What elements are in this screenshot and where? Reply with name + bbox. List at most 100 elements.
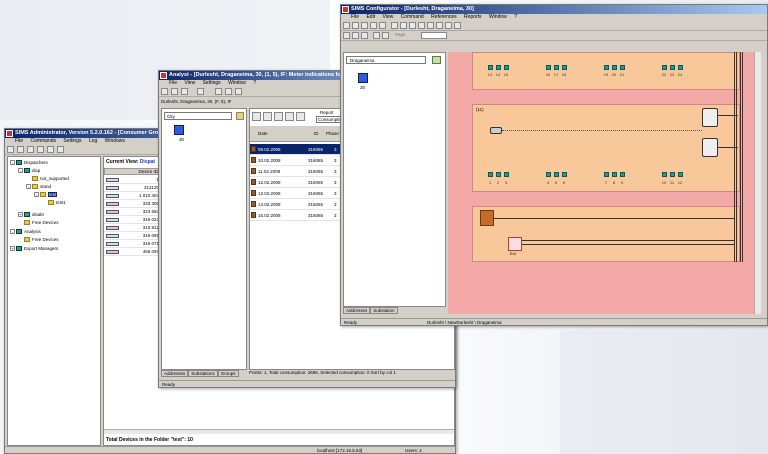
open-icon[interactable]	[17, 146, 24, 153]
properties-icon[interactable]	[57, 146, 64, 153]
meter-device[interactable]	[620, 172, 625, 177]
refresh-icon[interactable]	[37, 146, 44, 153]
warning-icon[interactable]	[508, 237, 522, 251]
meter-device[interactable]	[678, 65, 683, 70]
menu-file[interactable]: File	[351, 14, 359, 20]
meter-device[interactable]	[488, 65, 493, 70]
table-row[interactable]: 316 071	[104, 240, 162, 248]
menu-command[interactable]: Command	[401, 14, 424, 20]
collapse-icon[interactable]: -	[10, 160, 15, 166]
save-report-icon[interactable]	[285, 112, 294, 121]
print-icon[interactable]	[296, 112, 305, 121]
collector-icon[interactable]	[702, 108, 718, 127]
prev-page-icon[interactable]	[373, 32, 380, 39]
configurator-titlebar[interactable]: SIMS Configurator - [Durlesht, Draganeim…	[341, 5, 767, 14]
table-row[interactable]: 333 306	[104, 200, 162, 208]
menu-help[interactable]: ?	[253, 80, 256, 86]
meter-device[interactable]	[678, 172, 683, 177]
menu-references[interactable]: References	[431, 14, 457, 20]
menu-view[interactable]: View	[184, 80, 195, 86]
table-row[interactable]: 1	[104, 176, 162, 184]
tab-substation[interactable]: Substation	[370, 307, 398, 314]
next-page-icon[interactable]	[382, 32, 389, 39]
meter-device[interactable]	[562, 65, 567, 70]
zoom-out-icon[interactable]	[361, 32, 368, 39]
tab-addresses[interactable]: Addresses	[343, 307, 371, 314]
save-icon[interactable]	[27, 146, 34, 153]
delete-icon[interactable]	[47, 146, 54, 153]
meter-icon[interactable]	[418, 22, 425, 29]
meter-device[interactable]	[496, 172, 501, 177]
menu-edit[interactable]: Edit	[366, 14, 375, 20]
chart-icon[interactable]	[171, 88, 178, 95]
menu-commands[interactable]: Commands	[30, 138, 56, 144]
column-header-device-id[interactable]: Device ID	[104, 168, 162, 175]
city-select[interactable]: City	[164, 112, 232, 120]
page-select[interactable]	[421, 32, 447, 39]
middle-entrance-block[interactable]	[472, 104, 740, 192]
table-row[interactable]: 1 010 404	[104, 192, 162, 200]
tab-addresses[interactable]: Addresses	[161, 370, 189, 377]
meter-icon[interactable]	[215, 88, 222, 95]
chart-view-icon[interactable]	[263, 112, 272, 121]
tree-item-disp[interactable]: - disp	[18, 167, 40, 174]
table-row[interactable]: 323 663	[104, 208, 162, 216]
table-row[interactable]: 313120	[104, 184, 162, 192]
table-row[interactable]: 465 097	[104, 248, 162, 256]
meter-device[interactable]	[670, 65, 675, 70]
table-row[interactable]: 315 912	[104, 224, 162, 232]
meter-device[interactable]	[554, 65, 559, 70]
tree-item-analysis-free-devices[interactable]: Free Devices	[24, 236, 59, 243]
menu-help[interactable]: ?	[514, 14, 517, 20]
menu-windows[interactable]: Windows	[105, 138, 125, 144]
tab-groups[interactable]: Groups	[217, 370, 239, 377]
add-building-icon[interactable]	[432, 56, 441, 64]
open-icon[interactable]	[352, 22, 359, 29]
meter-device[interactable]	[554, 172, 559, 177]
expand-icon[interactable]: +	[18, 212, 23, 218]
edit-icon[interactable]	[274, 112, 283, 121]
meter-device[interactable]	[504, 172, 509, 177]
street-select[interactable]: Draganeima	[346, 56, 426, 64]
device-icon[interactable]	[391, 22, 398, 29]
meter-device[interactable]	[604, 172, 609, 177]
tree-item-stand[interactable]: - stand	[26, 183, 51, 190]
new-icon[interactable]	[7, 146, 14, 153]
meter-device[interactable]	[620, 65, 625, 70]
meter-device[interactable]	[488, 172, 493, 177]
column-header-id[interactable]: ID	[314, 131, 319, 136]
tree-item-not-supported[interactable]: not_supported	[32, 175, 69, 182]
menu-window[interactable]: Window	[228, 80, 246, 86]
meter-device[interactable]	[504, 65, 509, 70]
bar-chart-icon[interactable]	[225, 88, 232, 95]
menu-file[interactable]: File	[169, 80, 177, 86]
schematic-canvas[interactable]: (11) Ext 13 14 15 16 17 18 19 20 21 22 23 24 1 2 3 4 5 6 7…	[448, 52, 761, 314]
collapse-icon[interactable]: -	[34, 192, 39, 198]
add-icon[interactable]	[427, 22, 434, 29]
up-icon[interactable]	[235, 88, 242, 95]
folder-button-icon[interactable]	[236, 112, 244, 120]
tree-item-test[interactable]: - test	[34, 191, 58, 198]
menu-window[interactable]: Window	[489, 14, 507, 20]
collapse-icon[interactable]: -	[26, 184, 31, 190]
menu-reports[interactable]: Reports	[464, 14, 482, 20]
grid-icon[interactable]	[161, 88, 168, 95]
substation-icon[interactable]	[409, 22, 416, 29]
meter-device[interactable]	[662, 65, 667, 70]
menu-settings[interactable]: Settings	[63, 138, 81, 144]
table-row[interactable]: 316 023	[104, 216, 162, 224]
collapse-icon[interactable]: -	[18, 168, 23, 174]
tree-item-test1[interactable]: test1	[48, 199, 66, 206]
menu-view[interactable]: View	[382, 14, 393, 20]
meter-stack-icon[interactable]	[480, 210, 494, 226]
menu-file[interactable]: File	[15, 138, 23, 144]
building-icon[interactable]	[174, 125, 184, 135]
meter-device[interactable]	[604, 65, 609, 70]
horizontal-scrollbar[interactable]	[104, 429, 454, 434]
vertical-scrollbar[interactable]	[754, 52, 761, 314]
zoom-icon[interactable]	[197, 88, 204, 95]
meter-device[interactable]	[662, 172, 667, 177]
paste-icon[interactable]	[370, 22, 377, 29]
collapse-icon[interactable]: -	[10, 229, 15, 235]
table-view-icon[interactable]	[252, 112, 261, 121]
